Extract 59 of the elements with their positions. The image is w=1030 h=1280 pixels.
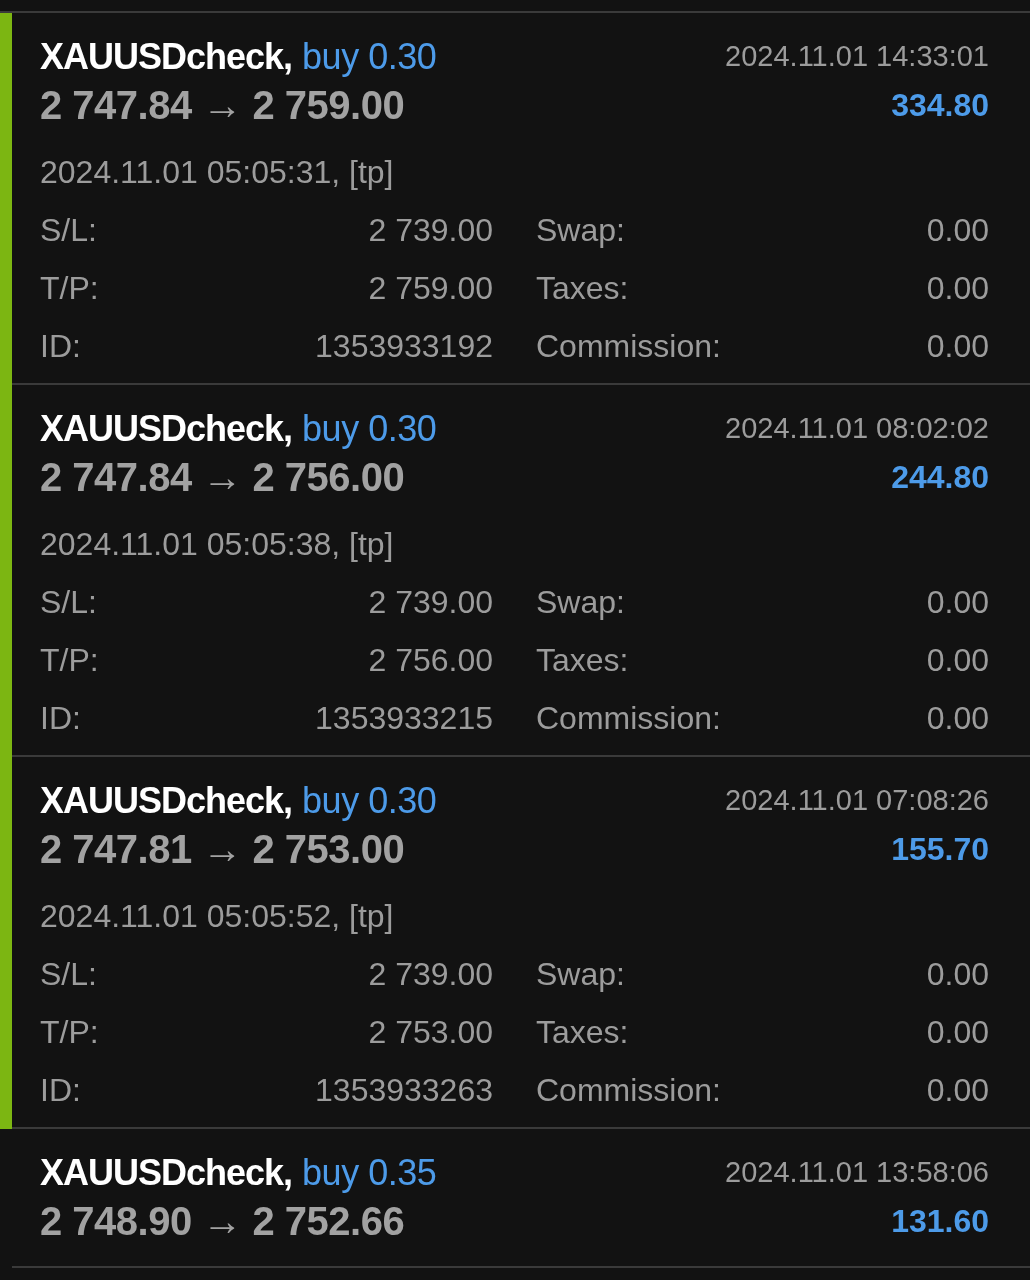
- field-value: 2 756.00: [368, 641, 493, 680]
- symbol-label: XAUUSDcheck,: [40, 779, 293, 823]
- field-label: Taxes:: [536, 269, 629, 308]
- field-value: 2 739.00: [368, 583, 493, 622]
- field-value: 0.00: [926, 211, 989, 250]
- field-label: ID:: [40, 327, 81, 366]
- symbol-label: XAUUSDcheck,: [40, 407, 293, 451]
- price-range: 2 748.90 → 2 752.66: [40, 1198, 405, 1245]
- field-label: Swap:: [536, 955, 625, 994]
- profit-value: 244.80: [891, 458, 989, 497]
- field-label: Commission:: [536, 327, 721, 366]
- order-label: buy 0.30: [302, 407, 437, 451]
- field-value: 1353933192: [315, 327, 493, 366]
- close-time: 2024.11.01 14:33:01: [725, 39, 989, 75]
- price-range: 2 747.84 → 2 759.00: [40, 82, 405, 129]
- open-time: 2024.11.01 05:05:38, [tp]: [40, 525, 394, 564]
- field-label: S/L:: [40, 955, 97, 994]
- field-value: 0.00: [926, 699, 989, 738]
- field-label: S/L:: [40, 211, 97, 250]
- field-value: 2 753.00: [368, 1013, 493, 1052]
- field-label: ID:: [40, 699, 81, 738]
- field-value: 0.00: [926, 269, 989, 308]
- close-time: 2024.11.01 08:02:02: [725, 411, 989, 447]
- field-value: 1353933263: [315, 1071, 493, 1110]
- field-value: 2 759.00: [368, 269, 493, 308]
- field-label: T/P:: [40, 269, 99, 308]
- close-time: 2024.11.01 13:58:06: [725, 1155, 989, 1191]
- field-value: 0.00: [926, 583, 989, 622]
- field-value: 0.00: [926, 955, 989, 994]
- open-time: 2024.11.01 05:05:31, [tp]: [40, 153, 394, 192]
- symbol-label: XAUUSDcheck,: [40, 1151, 293, 1195]
- price-range: 2 747.81 → 2 753.00: [40, 826, 405, 873]
- field-value: 0.00: [926, 641, 989, 680]
- field-label: Swap:: [536, 211, 625, 250]
- order-label: buy 0.30: [302, 35, 437, 79]
- profit-value: 334.80: [891, 86, 989, 125]
- order-label: buy 0.30: [302, 779, 437, 823]
- close-time: 2024.11.01 07:08:26: [725, 783, 989, 819]
- field-label: T/P:: [40, 1013, 99, 1052]
- field-label: Commission:: [536, 699, 721, 738]
- profit-value: 131.60: [891, 1202, 989, 1241]
- field-label: T/P:: [40, 641, 99, 680]
- open-time: 2024.11.01 05:05:52, [tp]: [40, 897, 394, 936]
- field-value: 1353933215: [315, 699, 493, 738]
- field-label: Commission:: [536, 1071, 721, 1110]
- field-value: 0.00: [926, 1013, 989, 1052]
- profit-value: 155.70: [891, 830, 989, 869]
- order-label: buy 0.35: [302, 1151, 437, 1195]
- symbol-label: XAUUSDcheck,: [40, 35, 293, 79]
- field-label: Taxes:: [536, 1013, 629, 1052]
- price-range: 2 747.84 → 2 756.00: [40, 454, 405, 501]
- field-label: ID:: [40, 1071, 81, 1110]
- field-label: Taxes:: [536, 641, 629, 680]
- field-value: 0.00: [926, 1071, 989, 1110]
- field-value: 2 739.00: [368, 211, 493, 250]
- field-value: 0.00: [926, 327, 989, 366]
- field-label: S/L:: [40, 583, 97, 622]
- field-label: Swap:: [536, 583, 625, 622]
- field-value: 2 739.00: [368, 955, 493, 994]
